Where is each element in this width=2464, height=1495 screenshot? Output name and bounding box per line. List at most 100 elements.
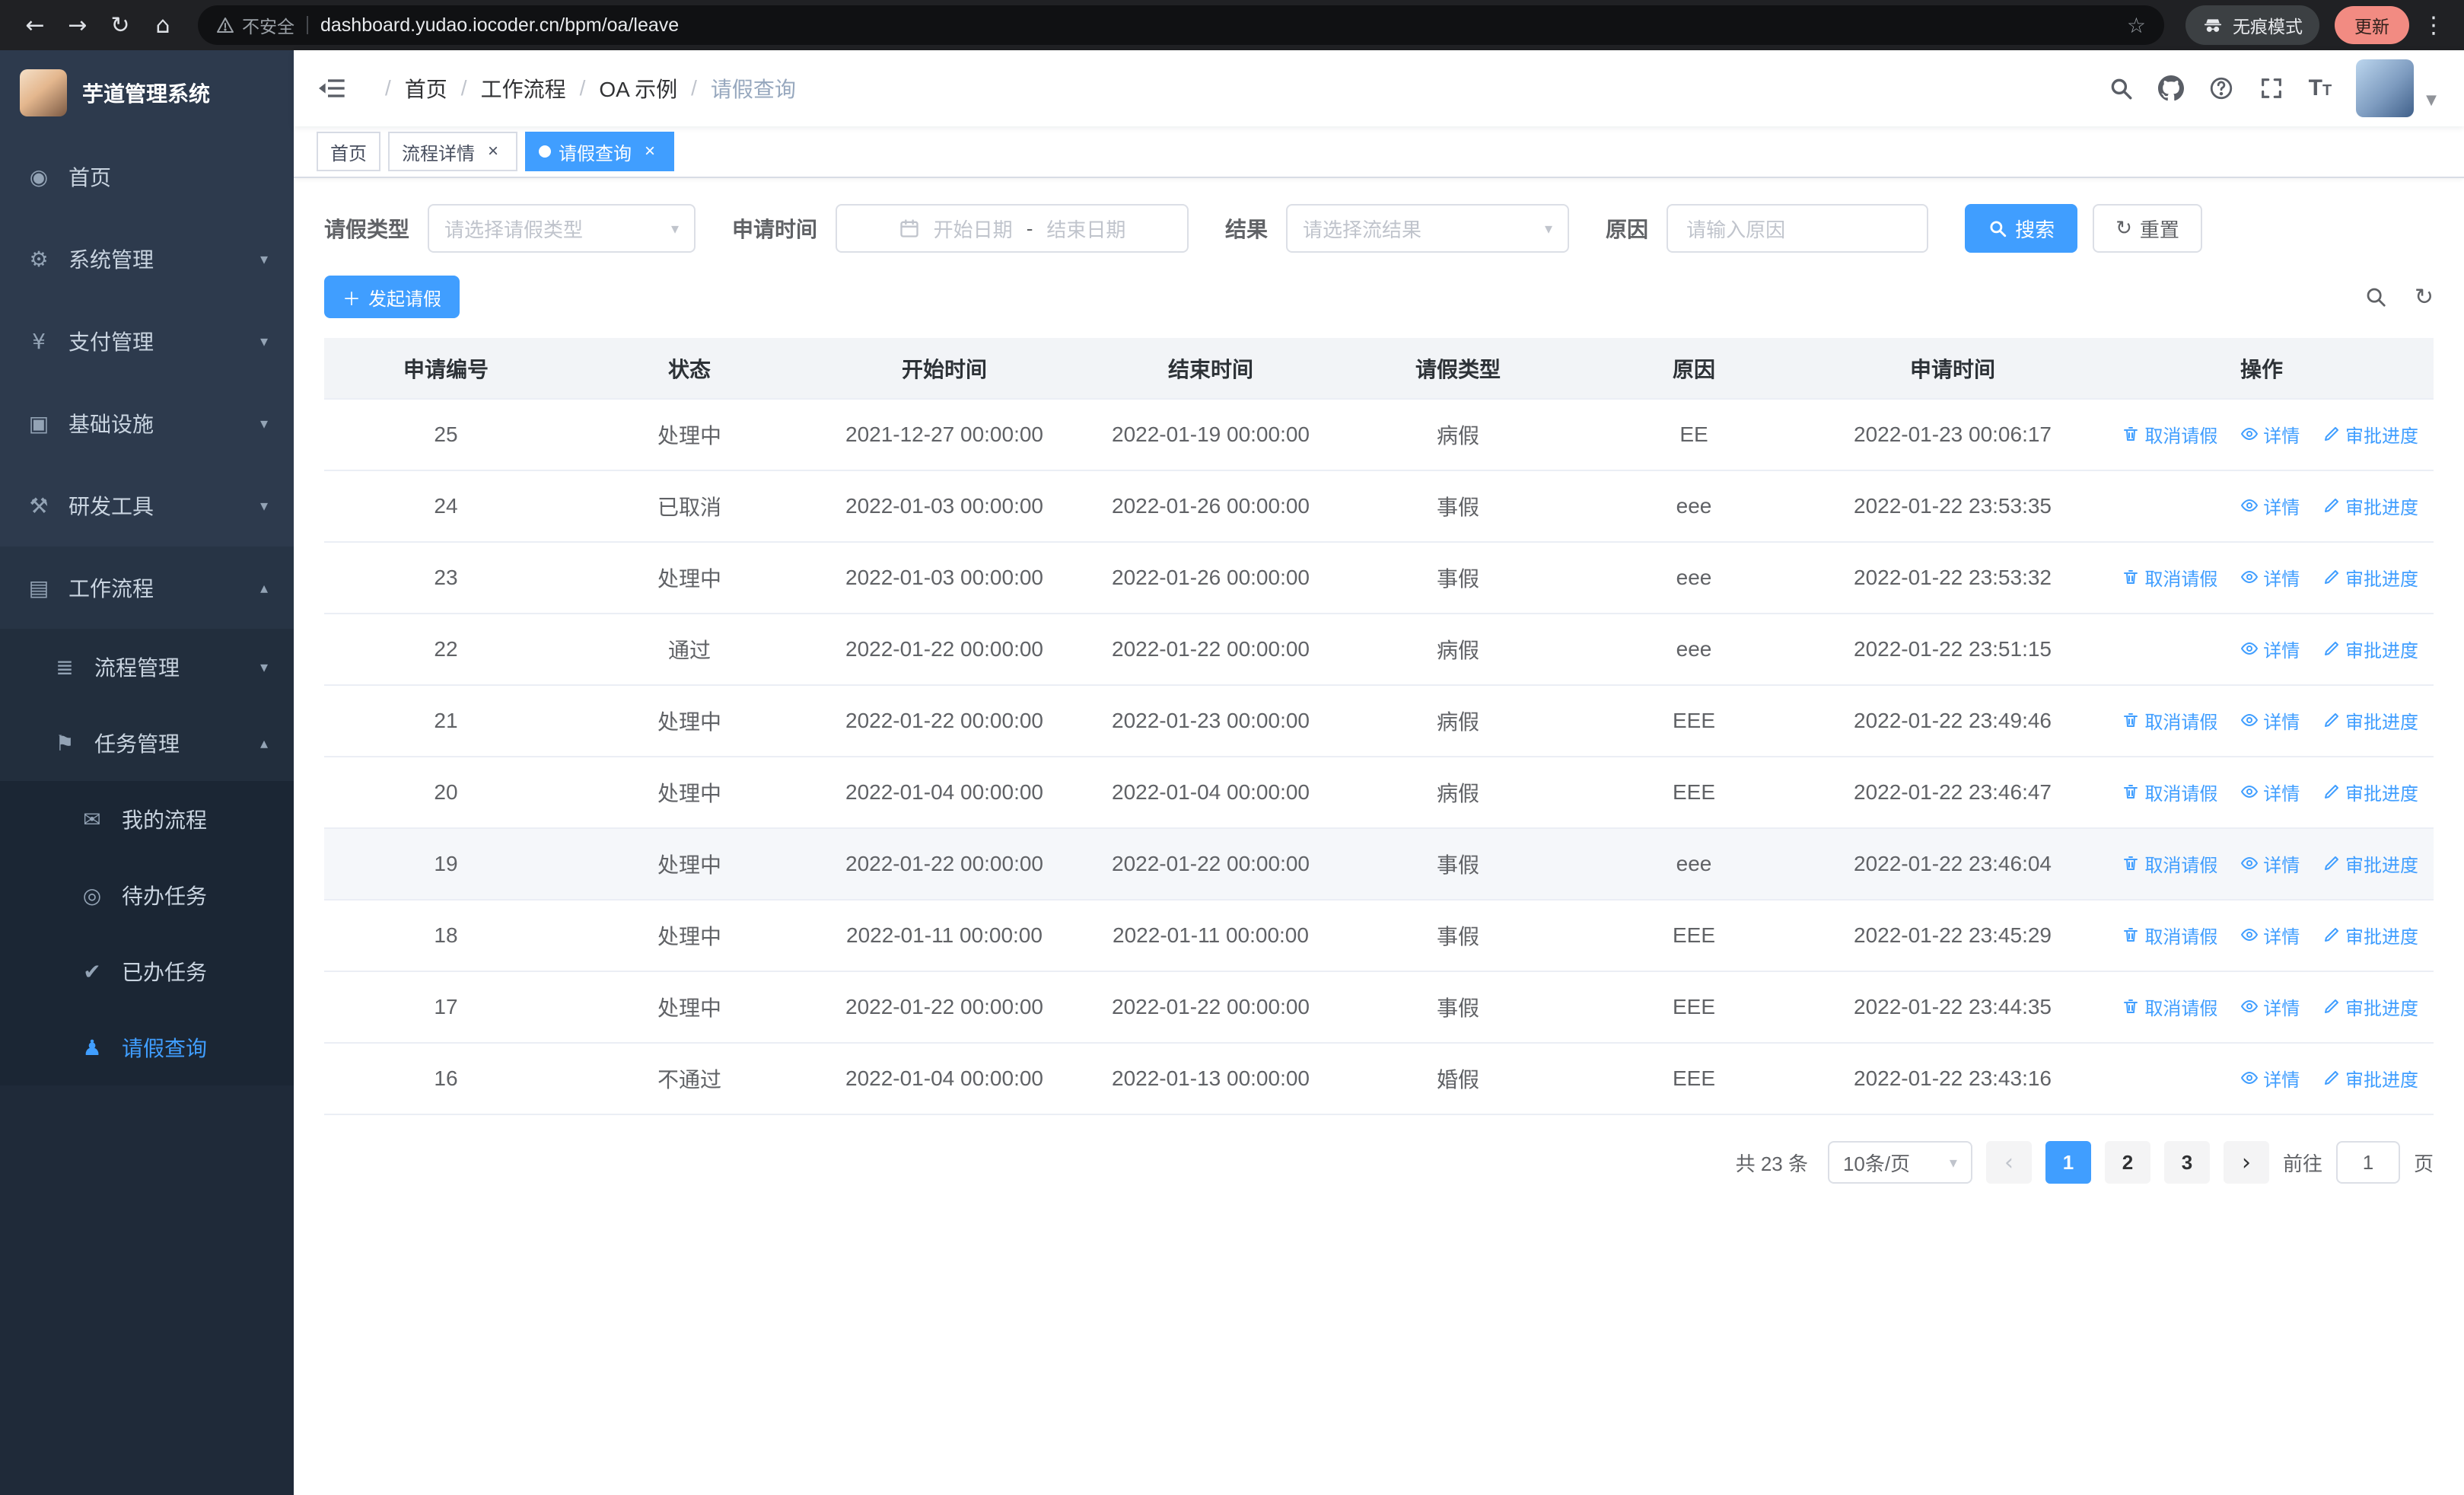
sidebar-item[interactable]: ⚑ 任务管理 ▴ bbox=[0, 705, 294, 781]
approval-progress-link[interactable]: 审批进度 bbox=[2322, 492, 2418, 519]
font-size-icon[interactable]: TT bbox=[2309, 77, 2332, 100]
breadcrumb-item[interactable]: / 请假查询 bbox=[677, 73, 796, 104]
detail-link[interactable]: 详情 bbox=[2240, 993, 2300, 1020]
browser-menu-icon[interactable]: ⋮ bbox=[2418, 12, 2449, 39]
page-number-button[interactable]: 2 bbox=[2104, 1141, 2150, 1184]
close-tab-icon[interactable]: × bbox=[482, 141, 504, 162]
toggle-search-icon[interactable] bbox=[2364, 285, 2387, 308]
approval-progress-link[interactable]: 审批进度 bbox=[2322, 1065, 2418, 1092]
approval-progress-link[interactable]: 审批进度 bbox=[2322, 636, 2418, 662]
page-size-select[interactable]: 10条/页 ▾ bbox=[1827, 1141, 1972, 1184]
detail-link[interactable]: 详情 bbox=[2240, 850, 2300, 877]
search-icon[interactable] bbox=[2108, 75, 2134, 101]
cancel-leave-link[interactable]: 取消请假 bbox=[2122, 850, 2217, 877]
todo-icon: ◎ bbox=[82, 882, 102, 908]
result-select[interactable]: 请选择流结果 ▾ bbox=[1286, 204, 1570, 253]
app-logo[interactable]: 芋道管理系统 bbox=[0, 50, 294, 135]
cell-end-time: 2022-01-23 00:00:00 bbox=[1078, 685, 1344, 757]
reset-button[interactable]: ↻ 重置 bbox=[2093, 204, 2202, 253]
detail-link[interactable]: 详情 bbox=[2240, 707, 2300, 734]
address-bar[interactable]: 不安全 dashboard.yudao.iocoder.cn/bpm/oa/le… bbox=[198, 5, 2164, 45]
close-tab-icon[interactable]: × bbox=[639, 141, 661, 162]
sidebar-item[interactable]: ≣ 流程管理 ▾ bbox=[0, 629, 294, 705]
reason-input[interactable]: 请输入原因 bbox=[1667, 204, 1929, 253]
cancel-leave-link[interactable]: 取消请假 bbox=[2122, 421, 2217, 448]
detail-link[interactable]: 详情 bbox=[2240, 564, 2300, 591]
sidebar-item[interactable]: ✉ 我的流程 bbox=[0, 781, 294, 857]
cancel-leave-link[interactable]: 取消请假 bbox=[2122, 779, 2217, 805]
detail-link[interactable]: 详情 bbox=[2240, 1065, 2300, 1092]
breadcrumb-item[interactable]: / 首页 bbox=[371, 73, 447, 104]
detail-link[interactable]: 详情 bbox=[2240, 779, 2300, 805]
forward-icon[interactable]: → bbox=[58, 5, 97, 45]
update-button[interactable]: 更新 bbox=[2335, 6, 2409, 44]
breadcrumb-item[interactable]: / 工作流程 bbox=[447, 73, 566, 104]
detail-link[interactable]: 详情 bbox=[2240, 922, 2300, 948]
cancel-leave-link[interactable]: 取消请假 bbox=[2122, 707, 2217, 734]
sidebar-item[interactable]: ◎ 待办任务 bbox=[0, 857, 294, 933]
sidebar-background bbox=[0, 1085, 294, 1495]
next-page-button[interactable]: › bbox=[2223, 1141, 2269, 1184]
sidebar-item[interactable]: ⚙ 系统管理 ▾ bbox=[0, 218, 294, 300]
create-leave-button[interactable]: ＋ 发起请假 bbox=[324, 276, 460, 318]
breadcrumb-item[interactable]: / OA 示例 bbox=[566, 73, 677, 104]
approval-progress-link[interactable]: 审批进度 bbox=[2322, 421, 2418, 448]
cell-actions: 取消请假 详情 审批进度 bbox=[2090, 900, 2434, 972]
github-icon[interactable] bbox=[2157, 75, 2184, 101]
reason-placeholder: 请输入原因 bbox=[1686, 218, 1786, 241]
sidebar-item[interactable]: ▤ 工作流程 ▴ bbox=[0, 547, 294, 629]
cell-apply-time: 2022-01-22 23:46:04 bbox=[1816, 828, 2090, 901]
goto-page-input[interactable] bbox=[2335, 1141, 2400, 1184]
sidebar-item[interactable]: ◉ 首页 bbox=[0, 135, 294, 218]
detail-link[interactable]: 详情 bbox=[2240, 421, 2300, 448]
cancel-leave-link[interactable]: 取消请假 bbox=[2122, 993, 2217, 1020]
approval-progress-link[interactable]: 审批进度 bbox=[2322, 564, 2418, 591]
filter-leave-type: 请假类型 请选择请假类型 ▾ bbox=[324, 204, 696, 253]
search-button[interactable]: 搜索 bbox=[1965, 204, 2078, 253]
leave-type-select[interactable]: 请选择请假类型 ▾ bbox=[428, 204, 696, 253]
sidebar-item[interactable]: ¥ 支付管理 ▾ bbox=[0, 300, 294, 382]
approval-progress-link[interactable]: 审批进度 bbox=[2322, 779, 2418, 805]
cell-apply-id: 22 bbox=[324, 614, 568, 686]
sidebar-toggle-icon[interactable] bbox=[317, 73, 347, 104]
help-icon[interactable] bbox=[2208, 75, 2234, 101]
cancel-leave-link[interactable]: 取消请假 bbox=[2122, 922, 2217, 948]
avatar-caret-icon[interactable]: ▼ bbox=[2426, 92, 2437, 108]
approval-progress-link[interactable]: 审批进度 bbox=[2322, 993, 2418, 1020]
done-icon: ✔ bbox=[83, 958, 101, 984]
sidebar-item[interactable]: ♟ 请假查询 bbox=[0, 1009, 294, 1085]
incognito-label: 无痕模式 bbox=[2233, 17, 2303, 37]
sidebar-item[interactable]: ✔ 已办任务 bbox=[0, 933, 294, 1009]
cell-status: 处理中 bbox=[568, 757, 811, 829]
page-tab[interactable]: 请假查询 × bbox=[525, 132, 674, 171]
home-icon[interactable]: ⌂ bbox=[143, 5, 183, 45]
page-number-button[interactable]: 3 bbox=[2163, 1141, 2210, 1184]
page-tab[interactable]: 流程详情 × bbox=[388, 132, 517, 171]
sidebar-item[interactable]: ▣ 基础设施 ▾ bbox=[0, 382, 294, 464]
refresh-table-icon[interactable]: ↻ bbox=[2415, 284, 2434, 311]
back-icon[interactable]: ← bbox=[15, 5, 55, 45]
sidebar-item[interactable]: ⚒ 研发工具 ▾ bbox=[0, 464, 294, 547]
cancel-leave-link[interactable]: 取消请假 bbox=[2122, 564, 2217, 591]
sidebar-item-label: 首页 bbox=[68, 166, 112, 190]
prev-page-button[interactable]: ‹ bbox=[1985, 1141, 2032, 1184]
approval-progress-link[interactable]: 审批进度 bbox=[2322, 922, 2418, 948]
result-placeholder: 请选择流结果 bbox=[1303, 218, 1422, 241]
detail-link[interactable]: 详情 bbox=[2240, 636, 2300, 662]
date-range-picker[interactable]: 开始日期 - 结束日期 bbox=[836, 204, 1189, 253]
approval-progress-link[interactable]: 审批进度 bbox=[2322, 850, 2418, 877]
cell-actions: 详情 审批进度 bbox=[2090, 1043, 2434, 1115]
down-icon: ▾ bbox=[259, 496, 268, 515]
approval-progress-link[interactable]: 审批进度 bbox=[2322, 707, 2418, 734]
result-label: 结果 bbox=[1225, 218, 1269, 241]
security-warning[interactable]: 不安全 bbox=[216, 12, 294, 38]
cell-actions: 取消请假 详情 审批进度 bbox=[2090, 757, 2434, 829]
page-number-button[interactable]: 1 bbox=[2045, 1141, 2091, 1184]
page-tab[interactable]: 首页 bbox=[317, 132, 380, 171]
user-avatar[interactable] bbox=[2356, 59, 2415, 117]
fullscreen-icon[interactable] bbox=[2259, 75, 2284, 101]
detail-link[interactable]: 详情 bbox=[2240, 492, 2300, 519]
cell-leave-type: 病假 bbox=[1344, 685, 1572, 757]
bookmark-star-icon[interactable]: ☆ bbox=[2127, 13, 2146, 38]
reload-icon[interactable]: ↻ bbox=[100, 5, 140, 45]
